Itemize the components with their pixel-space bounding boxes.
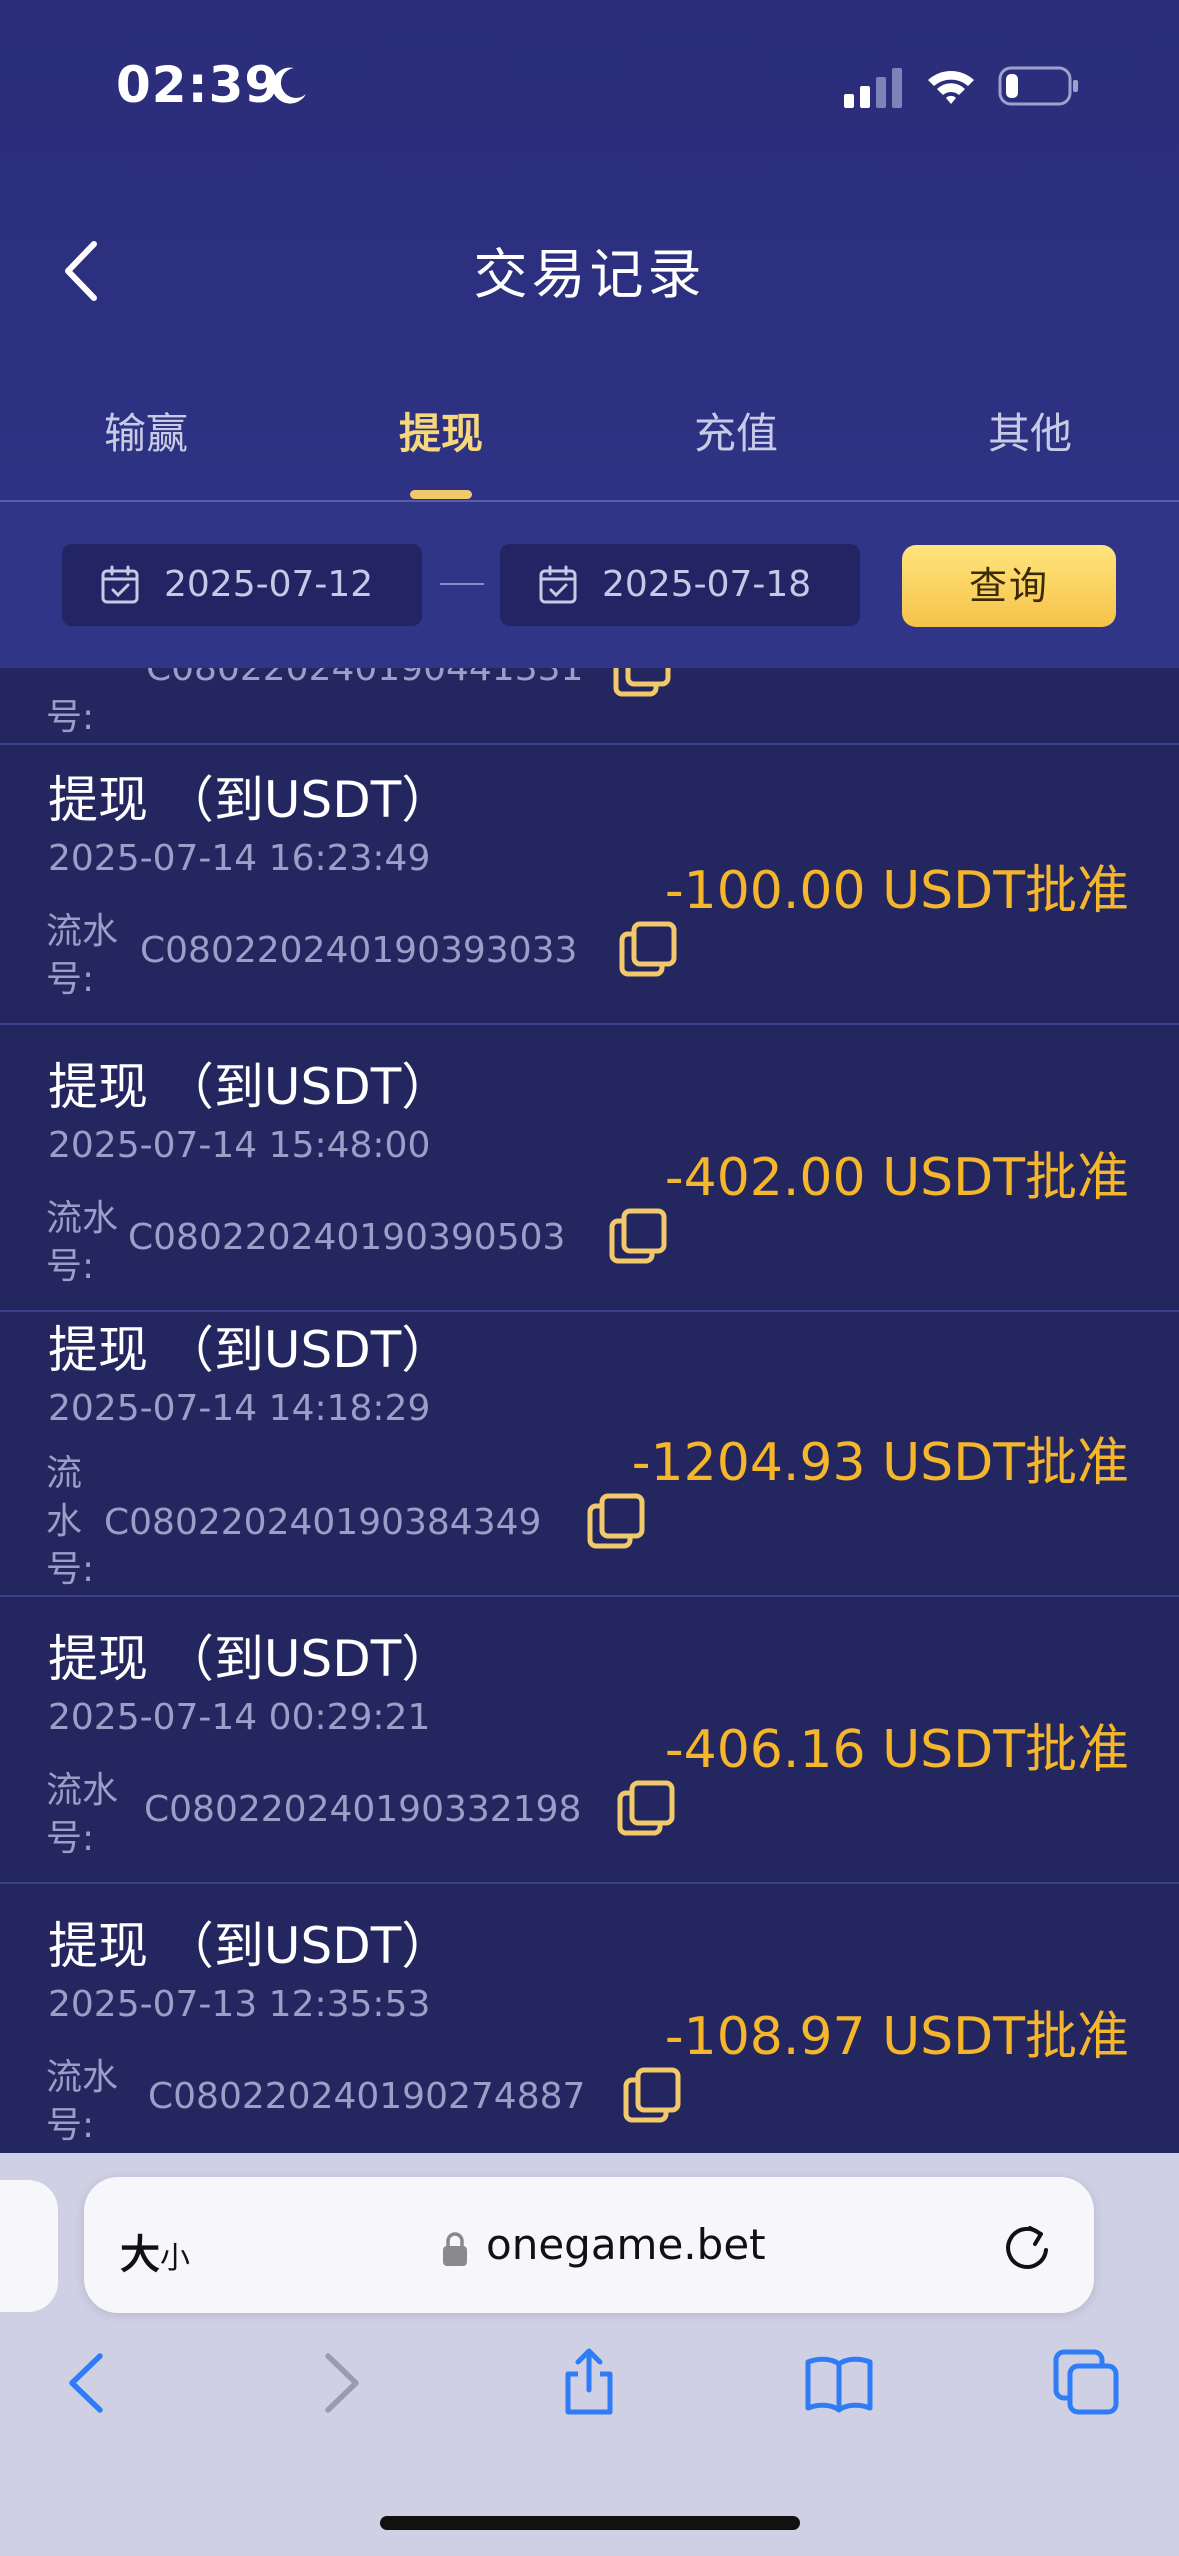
text-size-small: 小 (160, 2241, 190, 2276)
page-title: 交易记录 (473, 243, 706, 306)
record-time: 2025-07-14 16:23:49 (48, 838, 431, 879)
copy-icon[interactable] (622, 2066, 684, 2128)
serial-number: C080220240190274887 (148, 2076, 586, 2117)
transaction-record: 提现 （到USDT） 2025-07-14 16:23:49 流水号: C080… (0, 738, 1179, 1025)
serial-label: 流水号: (46, 1453, 95, 1590)
active-tab-indicator (410, 490, 472, 499)
record-amount: -406.16 USDT批准 (664, 1720, 1129, 1780)
serial-number: C080220240190393033 (140, 930, 578, 971)
copy-icon[interactable] (616, 1779, 678, 1841)
reload-icon[interactable] (1000, 2222, 1054, 2276)
record-time: 2025-07-13 12:35:53 (48, 1984, 431, 2025)
browser-back-icon[interactable] (54, 2348, 124, 2418)
serial-number: C080220240190384349 (104, 1502, 542, 1543)
moon-icon (272, 67, 306, 104)
transaction-record-partial: 号: C080220240190441331 (0, 668, 1179, 745)
copy-icon[interactable] (586, 1492, 648, 1554)
transaction-record: 提现 （到USDT） 2025-07-14 14:18:29 流水号: C080… (0, 1310, 1179, 1597)
calendar-icon (539, 565, 577, 604)
tab-bar: 输赢 提现 充值 其他 (0, 400, 1179, 500)
wifi-icon (928, 71, 974, 104)
text-size-button[interactable]: 大小 (120, 2222, 190, 2280)
record-amount: -402.00 USDT批准 (664, 1148, 1129, 1208)
tabs-icon[interactable] (1052, 2348, 1122, 2418)
serial-label: 流水号: (46, 1770, 119, 1859)
transaction-record: 提现 （到USDT） 2025-07-13 12:35:53 流水号: C080… (0, 1884, 1179, 2153)
date-range-separator (440, 583, 484, 585)
serial-label: 流水号: (46, 1198, 119, 1287)
calendar-icon (101, 565, 139, 604)
tab-other[interactable]: 其他 (930, 400, 1130, 461)
end-date-picker[interactable]: 2025-07-18 (500, 544, 860, 626)
browser-forward-icon[interactable] (304, 2348, 374, 2418)
copy-icon[interactable] (608, 1207, 670, 1269)
home-indicator (380, 2516, 800, 2530)
end-date-value: 2025-07-18 (602, 564, 812, 605)
lock-icon (443, 2232, 467, 2266)
record-title: 提现 （到USDT） (48, 771, 452, 829)
transaction-record: 提现 （到USDT） 2025-07-14 00:29:21 流水号: C080… (0, 1597, 1179, 1884)
text-size-big: 大 (120, 2232, 160, 2278)
query-button[interactable]: 查询 (902, 545, 1116, 627)
record-time: 2025-07-14 15:48:00 (48, 1125, 431, 1166)
serial-label: 流水号: (46, 911, 119, 1000)
copy-icon[interactable] (618, 920, 680, 982)
previous-tab-preview[interactable] (0, 2180, 58, 2312)
record-amount: -108.97 USDT批准 (664, 2007, 1129, 2067)
record-amount: -100.00 USDT批准 (664, 861, 1129, 921)
record-title: 提现 （到USDT） (48, 1630, 452, 1688)
record-title: 提现 （到USDT） (48, 1058, 452, 1116)
serial-number: C080220240190332198 (144, 1789, 582, 1830)
record-time: 2025-07-14 00:29:21 (48, 1697, 431, 1738)
serial-number: C080220240190441331 (146, 668, 584, 689)
start-date-value: 2025-07-12 (164, 564, 374, 605)
serial-label: 流水号: (46, 2057, 119, 2146)
battery-icon (998, 66, 1078, 106)
tab-win-loss[interactable]: 输赢 (46, 400, 246, 461)
url-text[interactable]: onegame.bet (486, 2220, 766, 2269)
record-time: 2025-07-14 14:18:29 (48, 1388, 431, 1429)
bookmarks-icon[interactable] (804, 2348, 874, 2418)
share-icon[interactable] (554, 2348, 624, 2418)
status-time: 02:39 (116, 56, 281, 114)
transaction-record: 提现 （到USDT） 2025-07-14 15:48:00 流水号: C080… (0, 1025, 1179, 1312)
serial-number: C080220240190390503 (128, 1217, 566, 1258)
cellular-signal-icon (844, 68, 902, 108)
tab-withdraw[interactable]: 提现 (341, 400, 541, 461)
copy-icon[interactable] (612, 668, 674, 702)
record-title: 提现 （到USDT） (48, 1917, 452, 1975)
transaction-list[interactable]: 号: C080220240190441331 提现 （到USDT） 2025-0… (0, 668, 1179, 2153)
record-amount: -1204.93 USDT批准 (631, 1433, 1129, 1493)
tab-deposit[interactable]: 充值 (636, 400, 836, 461)
start-date-picker[interactable]: 2025-07-12 (62, 544, 422, 626)
serial-label: 号: (46, 697, 95, 738)
record-title: 提现 （到USDT） (48, 1321, 452, 1379)
